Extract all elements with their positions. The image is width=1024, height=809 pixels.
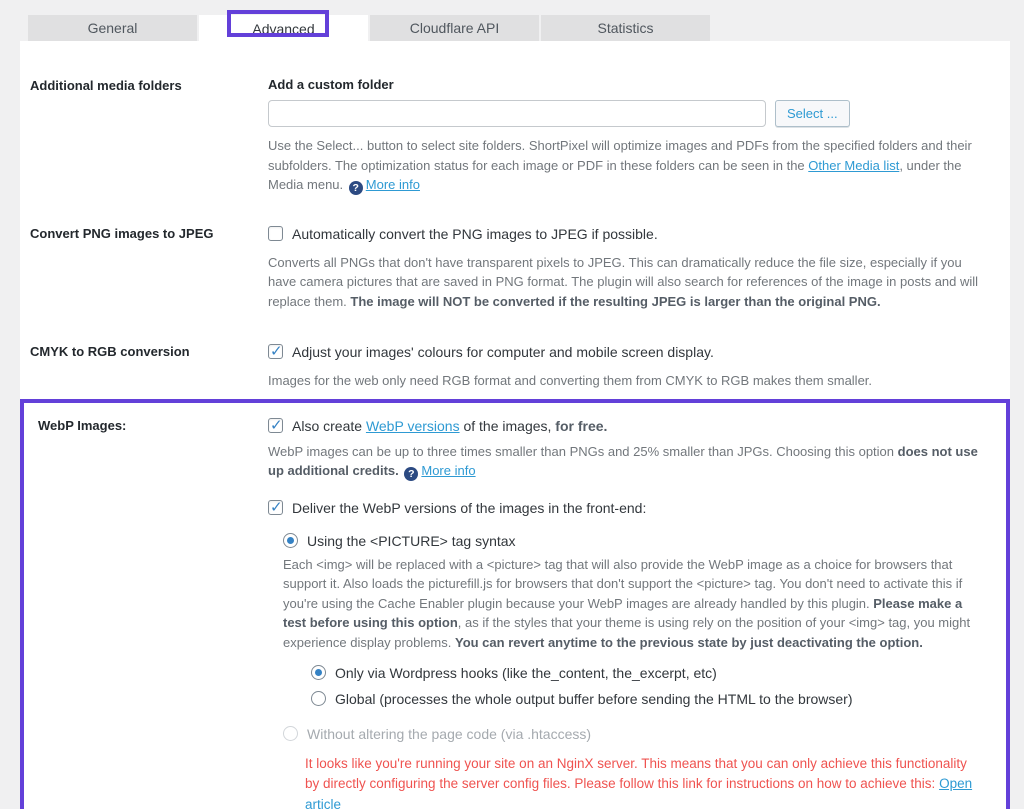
setting-description: Each <img> will be replaced with a <pict… (283, 555, 981, 653)
text-segment: You can revert anytime to the previous s… (454, 634, 923, 650)
setting-label: Additional media folders (30, 78, 182, 93)
webp-images-section-highlight-box: WebP Images: Also create WebP versions o… (20, 398, 1010, 809)
more-info-link[interactable]: More info (366, 177, 420, 192)
tab-general[interactable]: General (28, 15, 197, 41)
advanced-tab-highlight-box (227, 10, 329, 37)
webp-versions-link[interactable]: WebP versions (366, 418, 460, 434)
checkbox-label: Adjust your images' colours for computer… (292, 344, 714, 361)
webp-more-info-link[interactable]: More info (421, 463, 475, 478)
tab-label: General (87, 20, 138, 36)
text-segment: Also create (292, 417, 366, 434)
tab-bar: General Advanced Cloudflare API Statisti… (28, 15, 710, 42)
setting-row-additional-media-folders: Additional media folders Add a custom fo… (20, 77, 1010, 195)
settings-panel: Additional media folders Add a custom fo… (20, 41, 1010, 809)
radio-label: Global (processes the whole output buffe… (335, 691, 853, 708)
text-segment: Each <img> will be replaced with a <pict… (283, 556, 963, 611)
radio-label: Without altering the page code (via .hta… (307, 726, 592, 743)
setting-description: WebP images can be up to three times sma… (268, 442, 981, 482)
custom-folder-input[interactable] (268, 100, 766, 127)
cmyk-checkbox[interactable] (268, 342, 283, 363)
htaccess-radio (283, 726, 298, 742)
setting-description: Images for the web only need RGB format … (268, 371, 985, 391)
text-segment: for free. (555, 417, 608, 434)
wordpress-hooks-radio[interactable] (311, 665, 326, 681)
tab-label: Cloudflare API (409, 20, 500, 36)
setting-row-webp-images: WebP Images: Also create WebP versions o… (24, 416, 1006, 809)
convert-png-checkbox[interactable] (268, 226, 283, 241)
tab-statistics[interactable]: Statistics (541, 15, 710, 41)
custom-folder-heading: Add a custom folder (268, 77, 394, 92)
text-segment: It looks like you're running your site o… (305, 756, 967, 792)
setting-row-convert-png: Convert PNG images to JPEG Automatically… (20, 225, 1010, 311)
checkbox-label: Also create WebP versions of the images,… (292, 417, 607, 436)
setting-row-cmyk: CMYK to RGB conversion Adjust your image… (20, 342, 1010, 391)
checkbox-label: Deliver the WebP versions of the images … (292, 500, 647, 517)
text-segment: Images for the web only need RGB format … (268, 373, 873, 389)
tab-cloudflare-api[interactable]: Cloudflare API (370, 15, 539, 41)
select-folder-button[interactable]: Select ... (775, 100, 850, 127)
radio-label: Only via Wordpress hooks (like the_conte… (335, 665, 717, 682)
webp-deliver-checkbox[interactable] (268, 498, 283, 518)
tab-label: Statistics (597, 20, 654, 36)
checkbox-label: Automatically convert the PNG images to … (292, 226, 658, 242)
other-media-list-link[interactable]: Other Media list (808, 158, 899, 173)
text-segment: of the images, (459, 417, 556, 434)
setting-description: Use the Select... button to select site … (268, 136, 985, 195)
nginx-warning-message: It looks like you're running your site o… (305, 754, 981, 809)
picture-tag-radio[interactable] (283, 533, 298, 549)
webp-create-checkbox[interactable] (268, 416, 283, 436)
text-segment (399, 463, 403, 478)
setting-label: CMYK to RGB conversion (30, 344, 190, 360)
help-icon: ? (404, 467, 419, 482)
shortpixel-settings-page: General Advanced Cloudflare API Statisti… (0, 0, 1024, 809)
setting-description: Converts all PNGs that don't have transp… (268, 253, 985, 312)
help-icon: ? (348, 181, 363, 195)
text-segment: The image will NOT be converted if the r… (350, 293, 881, 309)
text-segment: WebP images can be up to three times sma… (268, 443, 898, 459)
setting-label: WebP Images: (38, 417, 127, 433)
global-output-radio[interactable] (311, 691, 326, 707)
radio-label: Using the <PICTURE> tag syntax (307, 533, 516, 550)
setting-label: Convert PNG images to JPEG (30, 226, 214, 241)
